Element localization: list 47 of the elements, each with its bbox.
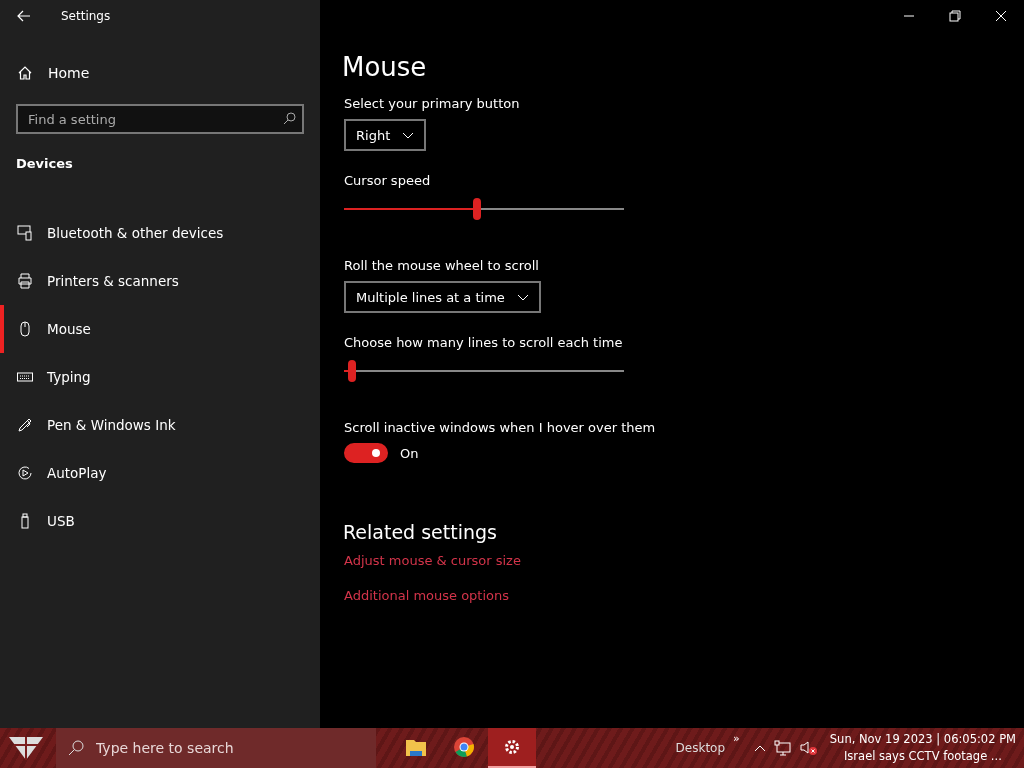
dropdown[interactable]: Right [344,119,427,151]
taskbar-app[interactable] [488,728,536,768]
network-icon[interactable] [773,740,792,756]
chevron-up-icon[interactable] [753,744,766,752]
setting-label: Select your primary button [344,96,520,111]
setting-label: Choose how many lines to scroll each time [344,335,624,350]
setting-label: Roll the mouse wheel to scroll [344,258,540,273]
nav-item[interactable]: Bluetooth & other devices [0,209,320,257]
home-icon [17,65,33,81]
speaker-muted-icon[interactable] [799,740,818,756]
play-icon [16,464,34,482]
slider-thumb[interactable] [348,360,357,382]
page-title: Mouse [342,52,427,82]
nav-item[interactable]: AutoPlay [0,449,320,497]
printer-icon [16,272,34,290]
settings-link[interactable]: Adjust mouse & cursor size [344,553,521,568]
slider-thumb[interactable] [473,198,481,220]
nav-item[interactable]: Printers & scanners [0,257,320,305]
home-nav-item[interactable]: Home [0,32,320,90]
back-icon[interactable] [17,10,31,22]
start-logo-icon[interactable] [8,735,44,761]
desktop-toolbar-label[interactable]: Desktop [675,741,726,755]
search-field[interactable]: Find a setting [16,104,304,134]
search-icon [283,112,296,125]
chevron-down-icon [516,293,529,301]
section-heading: Related settings [343,521,497,543]
settings-link[interactable]: Additional mouse options [344,588,510,603]
pen-icon [16,416,34,434]
window-title: Settings [61,9,111,23]
toolbar-overflow[interactable]: » [733,732,740,745]
taskbar-search-field[interactable]: Type here to search [56,728,376,768]
chevron-down-icon [402,131,415,139]
nav-item[interactable]: USB [0,497,320,545]
setting-label: Scroll inactive windows when I hover over them [344,420,656,435]
slider[interactable] [344,198,624,220]
dropdown[interactable]: Multiple lines at a time [344,281,541,313]
nav-item[interactable]: Pen & Windows Ink [0,401,320,449]
nav-item[interactable]: Typing [0,353,320,401]
search-icon [68,740,84,756]
clock-datetime[interactable]: Sun, Nov 19 2023 | 06:05:02 PM [829,731,1016,748]
section-heading: Devices [15,155,74,171]
news-headline[interactable]: Israel says CCTV footage ... [843,748,1002,765]
toggle-switch[interactable] [344,443,388,463]
browser-icon [453,736,475,758]
toggle-state: On [400,445,419,461]
slider[interactable] [344,360,624,382]
setting-label: Cursor speed [344,173,432,188]
